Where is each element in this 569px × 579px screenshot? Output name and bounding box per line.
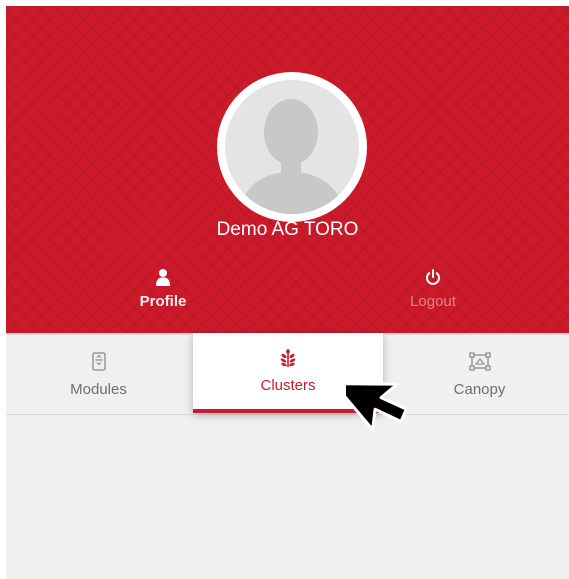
profile-button[interactable]: Profile bbox=[103, 268, 223, 310]
tab-modules-label: Modules bbox=[70, 381, 127, 398]
tab-canopy[interactable]: Canopy bbox=[417, 335, 542, 415]
canopy-icon bbox=[417, 352, 542, 372]
avatar-placeholder-icon bbox=[225, 80, 359, 214]
person-icon bbox=[103, 268, 223, 286]
logout-button[interactable]: Logout bbox=[373, 268, 493, 310]
logout-label: Logout bbox=[410, 293, 456, 310]
user-name: Demo AG TORO bbox=[216, 219, 359, 240]
mouse-pointer-icon bbox=[332, 366, 420, 446]
profile-header: Demo AG TORO Profile Logout bbox=[6, 6, 569, 333]
app-frame: Demo AG TORO Profile Logout Modules Clus… bbox=[6, 6, 569, 579]
avatar bbox=[217, 72, 367, 222]
tab-bar: Modules Clusters Canopy bbox=[6, 333, 569, 415]
tab-modules[interactable]: Modules bbox=[36, 335, 161, 415]
power-icon bbox=[373, 268, 493, 286]
profile-label: Profile bbox=[139, 293, 187, 310]
tab-canopy-label: Canopy bbox=[453, 381, 506, 398]
module-icon bbox=[36, 352, 161, 372]
